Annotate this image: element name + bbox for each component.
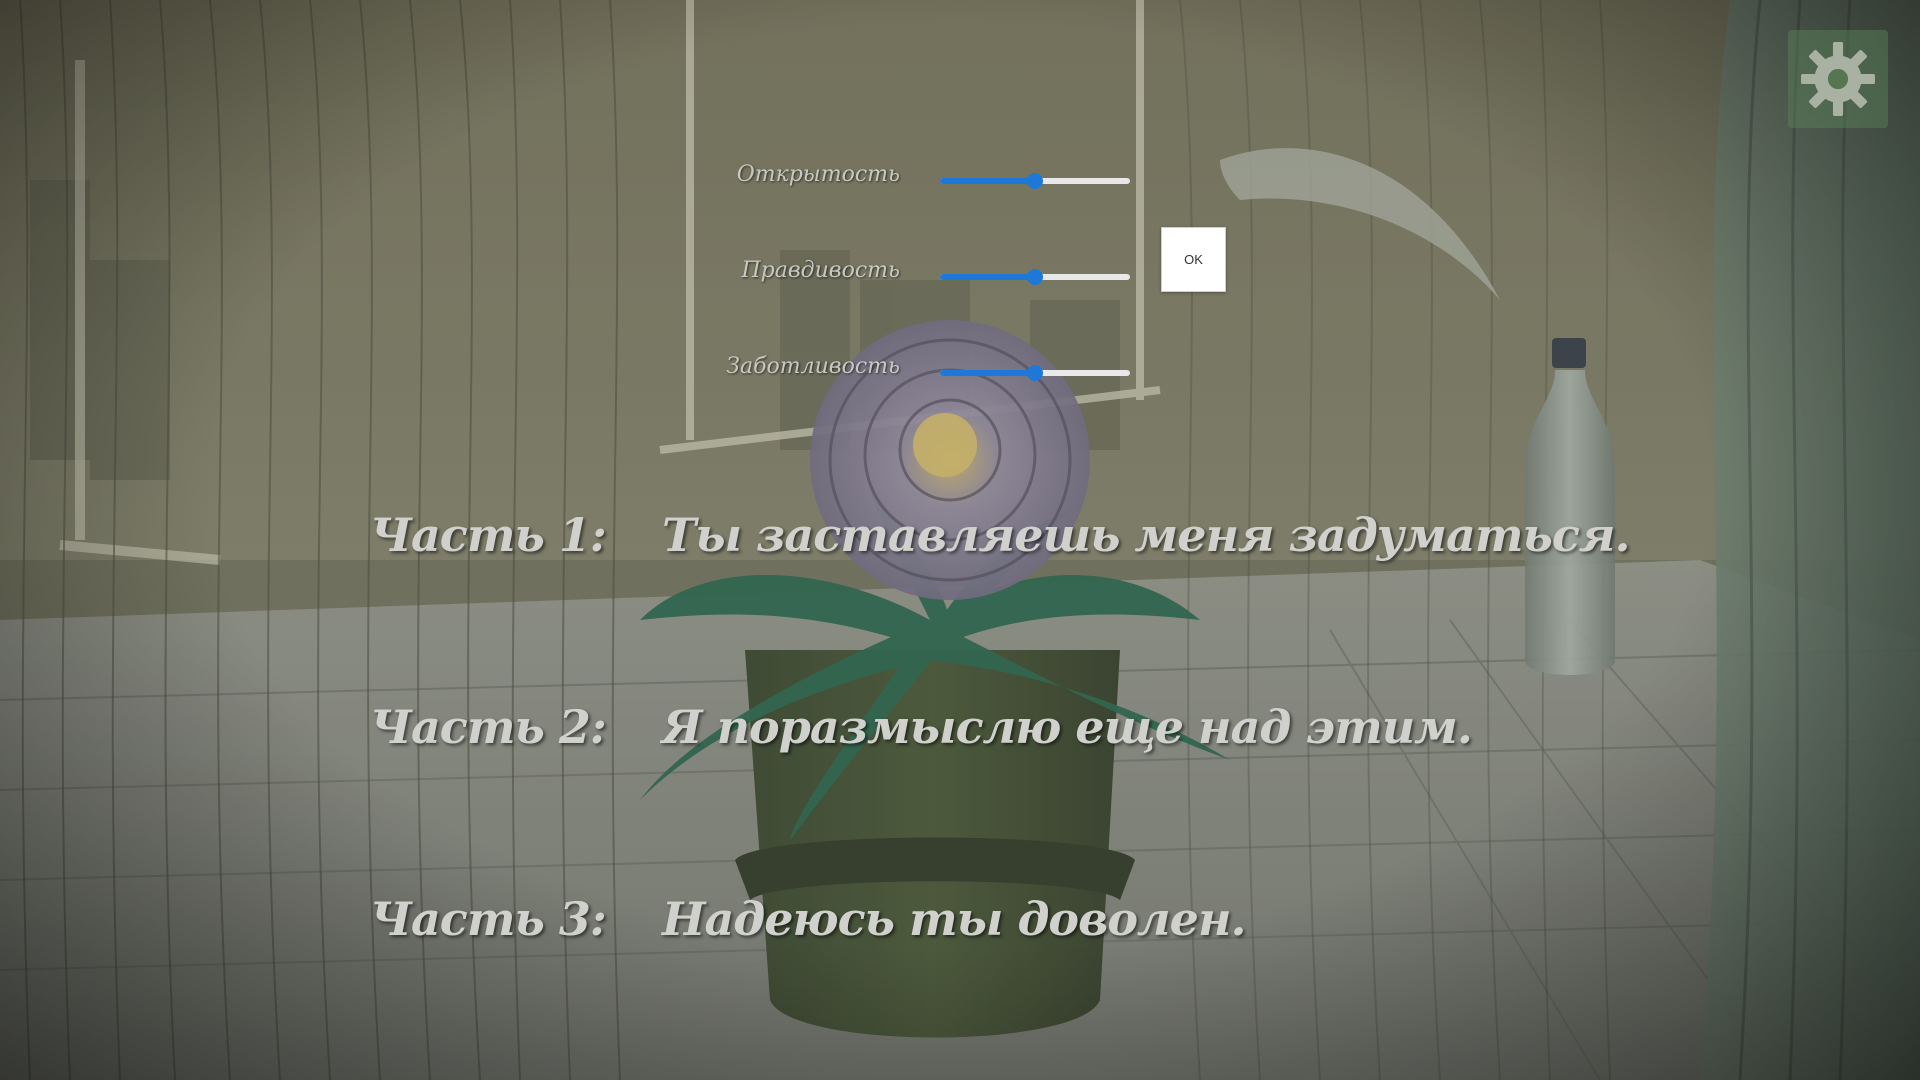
part-label: Часть 1: (370, 508, 607, 562)
slider-openness-label: Открытость (736, 162, 900, 187)
slider-caring-fill (940, 370, 1035, 376)
slider-openness-thumb[interactable] (1027, 173, 1043, 189)
part-text[interactable]: Я поразмыслю еще над этим. (662, 700, 1473, 754)
part-text[interactable]: Ты заставляешь меня задуматься. (662, 508, 1631, 562)
slider-truthfulness-track[interactable] (940, 269, 1130, 285)
slider-truthfulness-thumb[interactable] (1027, 269, 1043, 285)
slider-openness: Открытость (0, 160, 1920, 200)
slider-truthfulness-fill (940, 274, 1035, 280)
slider-openness-track[interactable] (940, 173, 1130, 189)
gear-icon (1801, 42, 1875, 116)
ok-button[interactable]: OK (1161, 227, 1226, 292)
settings-button[interactable] (1788, 30, 1888, 128)
slider-truthfulness: Правдивость (0, 256, 1920, 296)
slider-openness-fill (940, 178, 1035, 184)
part-label: Часть 2: (370, 700, 607, 754)
part-text[interactable]: Надеюсь ты доволен. (662, 892, 1246, 946)
game-scene: Открытость Правдивость Заботливость OK Ч… (0, 0, 1920, 1080)
slider-caring-label: Заботливость (726, 354, 900, 379)
slider-caring: Заботливость (0, 352, 1920, 392)
slider-caring-thumb[interactable] (1027, 365, 1043, 381)
slider-truthfulness-label: Правдивость (741, 258, 900, 283)
part-label: Часть 3: (370, 892, 607, 946)
slider-caring-track[interactable] (940, 365, 1130, 381)
